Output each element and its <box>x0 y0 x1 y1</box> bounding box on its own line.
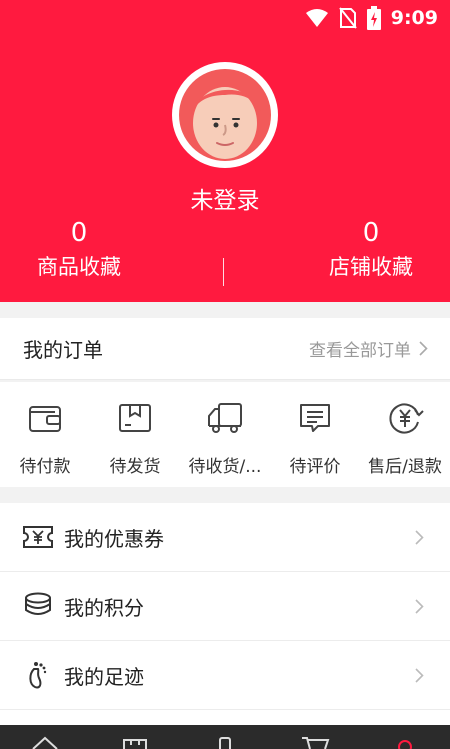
profile-header: 未登录 0 商品收藏 0 店铺收藏 <box>0 0 450 302</box>
wifi-icon <box>305 9 328 27</box>
menu-item-points[interactable]: 我的积分 <box>0 572 450 641</box>
bottom-tab-bar <box>0 725 450 749</box>
product-favorites-count: 0 <box>70 218 88 248</box>
login-status-text[interactable]: 未登录 <box>0 181 450 215</box>
tab-discover[interactable] <box>205 725 245 749</box>
order-pending-payment[interactable]: 待付款 <box>0 382 90 487</box>
chevron-right-icon <box>419 341 428 356</box>
order-pending-shipment-label: 待发货 <box>109 457 161 477</box>
chevron-right-icon <box>415 598 424 614</box>
product-favorites-stat[interactable]: 0 商品收藏 <box>4 216 154 284</box>
order-after-sales[interactable]: 售后/退款 <box>360 382 450 487</box>
order-pending-payment-label: 待付款 <box>19 457 71 477</box>
order-pending-receipt-label: 待收货/... <box>188 457 262 477</box>
wallet-icon <box>29 406 61 432</box>
truck-icon <box>208 403 242 433</box>
menu-item-coupons-label: 我的优惠券 <box>64 526 164 551</box>
product-favorites-label: 商品收藏 <box>37 255 121 279</box>
order-pending-review[interactable]: 待评价 <box>270 382 360 487</box>
tab-profile[interactable] <box>385 725 425 749</box>
account-menu: 我的优惠券 我的积分 我的足迹 <box>0 503 450 725</box>
phone-icon <box>219 737 231 749</box>
box-icon <box>119 404 151 432</box>
battery-charging-icon <box>366 6 381 30</box>
avatar[interactable] <box>172 62 278 168</box>
menu-item-footprints[interactable]: 我的足迹 <box>0 641 450 710</box>
refund-icon <box>389 403 424 434</box>
shop-favorites-label: 店铺收藏 <box>329 255 413 279</box>
order-status-row: 待付款 待发货 待收货/... 待评价 售后/退款 <box>0 382 450 487</box>
clock-time: 9:09 <box>390 7 438 29</box>
menu-item-points-label: 我的积分 <box>64 595 144 620</box>
comment-icon <box>300 404 330 432</box>
menu-item-footprints-label: 我的足迹 <box>64 664 144 689</box>
chevron-right-icon <box>415 529 424 545</box>
order-pending-shipment[interactable]: 待发货 <box>90 382 180 487</box>
face-icon <box>179 69 271 161</box>
my-orders-title: 我的订单 <box>23 338 103 362</box>
stats-divider <box>223 258 224 286</box>
coupon-icon <box>23 526 53 548</box>
points-icon <box>25 592 51 615</box>
order-pending-receipt[interactable]: 待收货/... <box>180 382 270 487</box>
view-all-orders-label: 查看全部订单 <box>309 341 411 361</box>
status-bar: 9:09 <box>0 0 450 36</box>
shop-icon <box>123 739 147 749</box>
shop-favorites-count: 0 <box>362 218 380 248</box>
no-sim-icon <box>338 7 357 29</box>
tab-home[interactable] <box>25 725 65 749</box>
view-all-orders-link[interactable]: 查看全部订单 <box>309 336 428 361</box>
my-orders-header[interactable]: 我的订单 查看全部订单 <box>0 318 450 380</box>
home-icon <box>32 736 58 749</box>
menu-item-coupons[interactable]: 我的优惠券 <box>0 503 450 572</box>
cart-icon <box>302 737 330 749</box>
tab-category[interactable] <box>115 725 155 749</box>
shop-favorites-stat[interactable]: 0 店铺收藏 <box>296 216 446 284</box>
order-pending-review-label: 待评价 <box>289 457 341 477</box>
tab-cart[interactable] <box>295 725 335 749</box>
footprint-icon <box>29 662 47 689</box>
user-icon <box>398 740 412 749</box>
order-after-sales-label: 售后/退款 <box>368 457 442 477</box>
chevron-right-icon <box>415 667 424 683</box>
